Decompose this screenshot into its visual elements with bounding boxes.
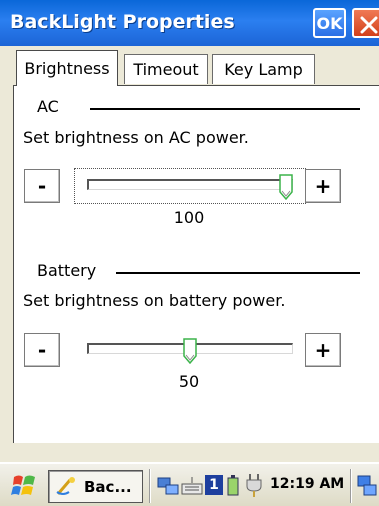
window-title: BackLight Properties <box>10 11 235 33</box>
ac-decrease-button[interactable]: - <box>24 169 60 203</box>
battery-group-divider <box>116 272 360 274</box>
battery-brightness-value: 50 <box>178 372 200 391</box>
brightness-panel: AC Set brightness on AC power. - + 100 B… <box>13 85 379 443</box>
input-badge[interactable]: 1 <box>205 475 223 495</box>
ac-increase-button[interactable]: + <box>305 169 341 203</box>
slider-track <box>87 179 293 190</box>
backlight-app-icon <box>56 476 75 495</box>
taskbar-app-button[interactable]: Bac... <box>48 470 143 503</box>
ok-button[interactable]: OK <box>313 8 346 38</box>
taskbar: Bac... 1 12:19 AM <box>0 462 379 506</box>
ac-brightness-slider[interactable] <box>74 168 306 204</box>
power-plug-icon[interactable] <box>243 472 265 498</box>
slider-thumb[interactable] <box>183 338 197 364</box>
start-windows-icon[interactable] <box>10 473 38 499</box>
battery-group-label: Battery <box>37 261 101 280</box>
taskbar-app-label: Bac... <box>84 477 132 496</box>
tray-separator <box>149 469 151 503</box>
title-bar: BackLight Properties OK <box>0 0 379 46</box>
ac-description: Set brightness on AC power. <box>23 128 249 147</box>
tab-timeout[interactable]: Timeout <box>124 54 208 84</box>
slider-thumb[interactable] <box>279 174 293 200</box>
tab-key-lamp[interactable]: Key Lamp <box>212 54 315 84</box>
battery-status-icon[interactable] <box>226 475 240 497</box>
battery-description: Set brightness on battery power. <box>23 291 286 310</box>
tab-strip: Brightness Timeout Key Lamp <box>0 50 379 86</box>
close-button[interactable] <box>352 8 379 38</box>
ac-group-label: AC <box>37 97 63 116</box>
ac-brightness-value: 100 <box>173 208 205 227</box>
battery-increase-button[interactable]: + <box>305 333 341 367</box>
network-icon[interactable] <box>156 474 180 498</box>
tab-brightness[interactable]: Brightness <box>16 50 118 86</box>
tray-separator <box>350 469 352 503</box>
taskbar-clock[interactable]: 12:19 AM <box>270 476 344 492</box>
keyboard-icon[interactable] <box>180 474 204 498</box>
battery-brightness-slider[interactable] <box>75 333 305 367</box>
ac-group-divider <box>90 108 360 110</box>
close-icon <box>360 16 378 34</box>
battery-decrease-button[interactable]: - <box>24 333 60 367</box>
desktop-switch-icon[interactable] <box>356 474 378 498</box>
